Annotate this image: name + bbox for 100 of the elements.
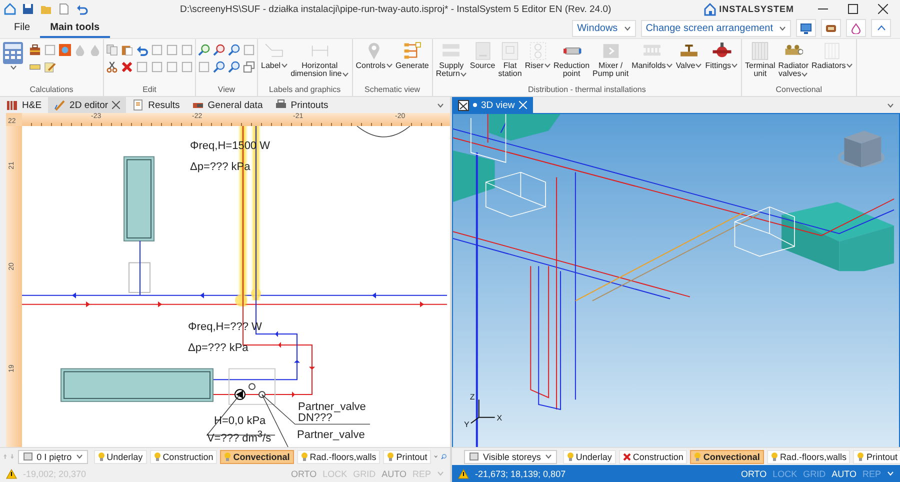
ribbon-button[interactable]: Fittings <box>704 41 740 70</box>
frame-icon[interactable] <box>136 61 148 73</box>
ribbon-button[interactable]: Reduction point <box>552 41 591 79</box>
chevron-down-icon[interactable] <box>434 454 438 459</box>
pane-tab[interactable]: 2D editor <box>48 97 126 113</box>
spool-icon <box>825 22 837 34</box>
hidden-cross-icon <box>622 452 631 460</box>
group-label: Convectional <box>774 85 824 96</box>
edit-icon[interactable] <box>44 61 56 73</box>
dropdown[interactable]: Windows <box>572 20 636 36</box>
radiator-icon <box>750 41 770 61</box>
ribbon-button[interactable]: Valve <box>674 41 704 70</box>
pane-tab[interactable]: Printouts <box>268 97 334 113</box>
valve-box <box>128 262 150 293</box>
frame-icon[interactable] <box>243 44 255 56</box>
layer-button[interactable]: Rad.-floors,walls <box>766 450 850 464</box>
bulb-icon <box>566 452 574 462</box>
frame-icon[interactable] <box>151 61 163 73</box>
storey-dropdown[interactable]: 0 I piętro <box>18 450 88 464</box>
bulb-icon <box>387 452 394 462</box>
close-icon[interactable] <box>878 4 888 14</box>
layer-button[interactable]: Convectional <box>220 450 294 464</box>
layer-button[interactable]: Convectional <box>690 450 764 464</box>
chevron-down-icon[interactable] <box>437 102 444 108</box>
frame-icon[interactable] <box>198 61 210 73</box>
status-toggle[interactable]: ORTO <box>740 468 767 478</box>
pane-tab[interactable]: Results <box>126 97 186 113</box>
warning-icon <box>458 468 469 478</box>
droplet-button[interactable] <box>846 19 866 37</box>
axis-gizmo <box>470 399 496 424</box>
search-icon[interactable] <box>441 451 447 462</box>
calculator-icon[interactable] <box>2 41 24 65</box>
magnifier-icon[interactable] <box>213 61 225 73</box>
group-label: Calculations <box>28 85 74 96</box>
diagram-label: Δp=??? kPa <box>188 342 248 354</box>
bulb-icon <box>154 452 161 462</box>
zoom-out-icon[interactable] <box>213 44 225 56</box>
pane-tab[interactable]: General data <box>186 97 269 113</box>
layer-button[interactable]: Construction <box>618 450 688 464</box>
printer-icon <box>274 99 287 111</box>
dropdown[interactable]: Change screen arrangement <box>640 20 791 36</box>
arc-line <box>356 126 410 138</box>
bulb-icon <box>694 452 702 462</box>
windows-icon[interactable] <box>243 61 255 73</box>
ribbon-button[interactable]: Generate <box>394 41 430 70</box>
toolbox-icon[interactable] <box>29 44 41 56</box>
layer-button[interactable]: Rad.-floors,walls <box>296 450 380 464</box>
window-title: D:\screenyHS\SUF - działka instalacji\pipe-run-tway-auto.isproj* - InstalSystem 5 Editor EN (Rev. 24.0) <box>178 4 612 14</box>
frame-icon[interactable] <box>166 61 178 73</box>
clipboard-icon[interactable] <box>121 44 133 56</box>
maximize-icon[interactable] <box>848 4 858 14</box>
ribbon-button[interactable]: Radiator valves <box>777 41 810 79</box>
bulb-icon <box>98 452 105 462</box>
storeys-dropdown[interactable]: Visible storeys <box>464 450 557 464</box>
chevron-down-icon[interactable] <box>887 102 894 108</box>
scissors-icon[interactable] <box>106 61 118 73</box>
frame-icon[interactable] <box>181 61 193 73</box>
frame-icon[interactable] <box>166 44 178 56</box>
layer-button[interactable]: Underlay <box>94 450 147 464</box>
cabinet-icon <box>472 41 493 61</box>
collapse-button[interactable] <box>871 19 891 37</box>
pump-symbol <box>234 389 246 400</box>
valve-box <box>228 368 276 405</box>
play-box-icon <box>600 41 621 61</box>
warning-icon <box>6 468 17 478</box>
cabinet-icon <box>500 41 520 61</box>
pencil-icon <box>54 99 66 111</box>
copy-icon[interactable] <box>106 44 118 56</box>
circles-icon <box>528 41 548 61</box>
document-icon[interactable] <box>58 3 70 15</box>
magnifier-icon[interactable] <box>228 44 240 56</box>
layer-button[interactable]: Printout <box>853 450 900 464</box>
spool-button[interactable] <box>821 19 841 37</box>
frame-icon[interactable] <box>151 44 163 56</box>
house-logo-icon <box>703 2 718 16</box>
pane-tab[interactable]: 3D view <box>452 97 533 113</box>
group-label: View <box>216 85 236 96</box>
status-toggle[interactable]: AUTO <box>832 468 856 478</box>
close-icon[interactable] <box>112 101 120 109</box>
menu-tab[interactable]: File <box>4 18 40 38</box>
radiator-icon <box>822 41 842 61</box>
frame-icon[interactable] <box>181 44 193 56</box>
save-icon[interactable] <box>22 3 34 15</box>
layer-button[interactable]: Underlay <box>562 450 616 464</box>
report-icon <box>132 99 144 111</box>
undo-icon[interactable] <box>76 3 88 15</box>
storey-icon <box>22 452 33 461</box>
home-icon[interactable] <box>4 3 16 15</box>
undo-icon[interactable] <box>136 44 148 56</box>
radiator-icon <box>6 99 18 111</box>
layer-button[interactable]: Printout <box>383 450 432 464</box>
caret-icon <box>624 26 631 30</box>
pane-tab[interactable]: H&E <box>0 97 48 113</box>
layer-button[interactable]: Construction <box>150 450 218 464</box>
zoom-in-icon[interactable] <box>198 44 210 56</box>
diagram-label: Partner_valve <box>296 430 365 442</box>
cross-icon[interactable] <box>121 61 133 73</box>
magnifier-icon[interactable] <box>228 61 240 73</box>
monitor-button[interactable] <box>796 19 816 37</box>
diagram-label: DN??? <box>298 413 332 424</box>
